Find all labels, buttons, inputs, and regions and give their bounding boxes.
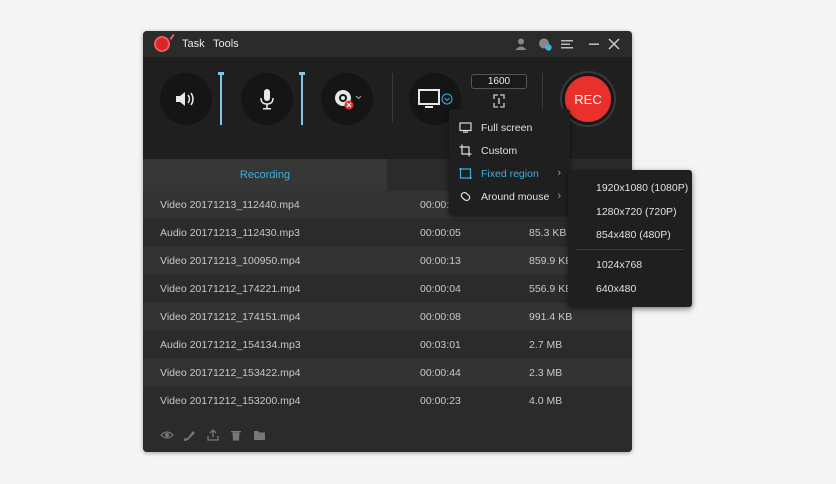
table-row[interactable]: Video 20171212_153422.mp4 00:00:44 2.3 M… [143,359,632,387]
table-row[interactable]: Video 20171212_174151.mp4 00:00:08 991.4… [143,303,632,331]
table-row[interactable]: Video 20171212_153200.mp4 00:00:23 4.0 M… [143,387,632,415]
file-size: 556.9 KB [529,283,573,295]
file-duration: 00:00:44 [420,367,461,379]
monitor-icon [418,89,453,108]
message-icon[interactable] [538,37,552,51]
menu-item-full-screen[interactable]: Full screen [449,116,570,139]
edit-brush-icon[interactable] [183,429,197,441]
share-upload-icon[interactable] [206,429,220,441]
user-icon[interactable] [514,37,528,51]
tab-recording[interactable]: Recording [143,159,387,191]
webcam-off-icon [335,90,362,110]
file-size: 2.7 MB [529,339,563,351]
monitor-icon [459,122,472,133]
resolution-option-1024x768[interactable]: 1024x768 [568,254,692,276]
resolution-option-480p[interactable]: 854x480 (480P) [568,224,692,246]
title-bar: Task Tools [143,31,632,57]
file-size: 4.0 MB [529,395,563,407]
microphone-icon [260,89,274,110]
system-volume-slider[interactable] [218,72,224,125]
minimize-icon[interactable] [587,37,601,51]
app-window: Task Tools 1600 REC Recording Video 2017… [143,31,632,452]
capture-region-menu: Full screen Custom Fixed region › Around… [449,109,570,215]
open-folder-icon[interactable] [253,429,267,441]
table-row[interactable]: Audio 20171213_112430.mp3 00:00:05 85.3 … [143,219,632,247]
menu-icon[interactable] [560,37,574,51]
preview-eye-icon[interactable] [160,429,174,441]
file-duration: 00:00:05 [420,227,461,239]
file-name: Video 20171212_174151.mp4 [160,311,301,323]
menu-item-custom[interactable]: Custom [449,139,570,162]
file-size: 991.4 KB [529,311,573,323]
file-name: Video 20171212_153422.mp4 [160,367,301,379]
menu-item-fixed-region[interactable]: Fixed region › [449,162,570,185]
table-row[interactable]: Audio 20171212_154134.mp3 00:03:01 2.7 M… [143,331,632,359]
microphone-button[interactable] [241,73,293,125]
file-name: Video 20171212_153200.mp4 [160,395,301,407]
chevron-right-icon: › [557,190,561,202]
file-duration: 00:00:23 [420,395,461,407]
file-duration: 00:00:08 [420,311,461,323]
file-duration: 00:00:13 [420,255,461,267]
menu-tools[interactable]: Tools [213,38,239,50]
toolbar-divider [392,73,393,123]
resolution-option-720p[interactable]: 1280x720 (720P) [568,201,692,223]
speaker-icon [176,92,194,106]
file-size: 859.9 KB [529,255,573,267]
fixed-region-submenu: 1920x1080 (1080P) 1280x720 (720P) 854x48… [568,170,692,307]
delete-trash-icon[interactable] [229,429,243,441]
system-sound-button[interactable] [160,73,212,125]
close-icon[interactable] [607,37,621,51]
webcam-button[interactable] [321,73,373,125]
app-logo-icon [154,36,170,52]
file-name: Video 20171213_100950.mp4 [160,255,301,267]
file-name: Video 20171213_112440.mp4 [160,199,300,211]
file-name: Audio 20171213_112430.mp3 [160,227,300,239]
file-name: Video 20171212_174221.mp4 [160,283,301,295]
resolution-option-640x480[interactable]: 640x480 [568,278,692,300]
table-row[interactable]: Video 20171212_174221.mp4 00:00:04 556.9… [143,275,632,303]
file-duration: 00:03:01 [420,339,461,351]
microphone-volume-slider[interactable] [299,72,305,125]
resolution-width-field[interactable]: 1600 [471,74,527,89]
resolution-option-1080p[interactable]: 1920x1080 (1080P) [568,177,692,199]
region-icon [459,168,472,179]
file-duration: 00:00:04 [420,283,461,295]
file-size: 2.3 MB [529,367,563,379]
crop-icon [459,144,472,157]
bottom-toolbar [143,418,632,452]
recording-list: Video 20171213_112440.mp4 00:00:1 Audio … [143,191,632,415]
mouse-icon [460,191,471,202]
table-row[interactable]: Video 20171213_100950.mp4 00:00:13 859.9… [143,247,632,275]
menu-item-around-mouse[interactable]: Around mouse › [449,185,570,208]
link-aspect-icon[interactable] [492,93,506,109]
file-size: 85.3 KB [529,227,567,239]
menu-task[interactable]: Task [182,38,205,50]
menu-divider [576,249,684,250]
chevron-right-icon: › [557,167,561,179]
file-name: Audio 20171212_154134.mp3 [160,339,301,351]
